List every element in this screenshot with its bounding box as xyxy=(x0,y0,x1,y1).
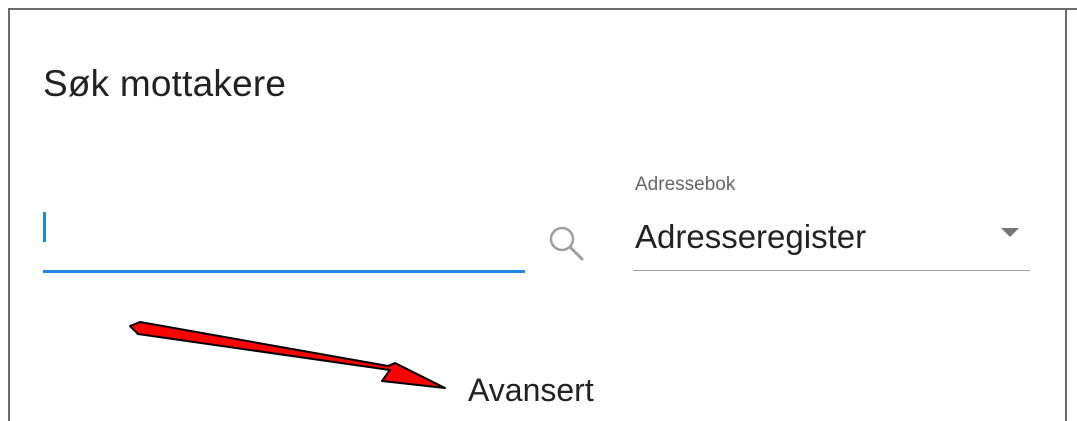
addressbook-underline xyxy=(633,270,1030,271)
addressbook-select[interactable]: Adressebok Adresseregister xyxy=(633,168,1030,272)
addressbook-label: Adressebok xyxy=(635,174,736,195)
addressbook-selected-value[interactable]: Adresseregister xyxy=(635,218,866,256)
dialog-title: Søk mottakere xyxy=(43,63,287,104)
search-icon[interactable] xyxy=(545,222,589,266)
dialog-border-left xyxy=(8,8,10,421)
search-input-underline xyxy=(43,270,525,273)
dialog-border-right xyxy=(1065,8,1067,421)
advanced-link[interactable]: Avansert xyxy=(468,372,594,409)
annotation-arrow-shape xyxy=(129,321,446,389)
search-input[interactable] xyxy=(43,208,513,252)
dialog-border-top xyxy=(9,8,1077,10)
caret-down-icon[interactable] xyxy=(1001,228,1019,237)
search-recipients-dialog: Søk mottakere Adressebok Adresseregister… xyxy=(0,0,1077,421)
text-cursor xyxy=(43,212,46,242)
search-field[interactable] xyxy=(43,190,525,274)
annotation-arrow xyxy=(129,321,446,389)
